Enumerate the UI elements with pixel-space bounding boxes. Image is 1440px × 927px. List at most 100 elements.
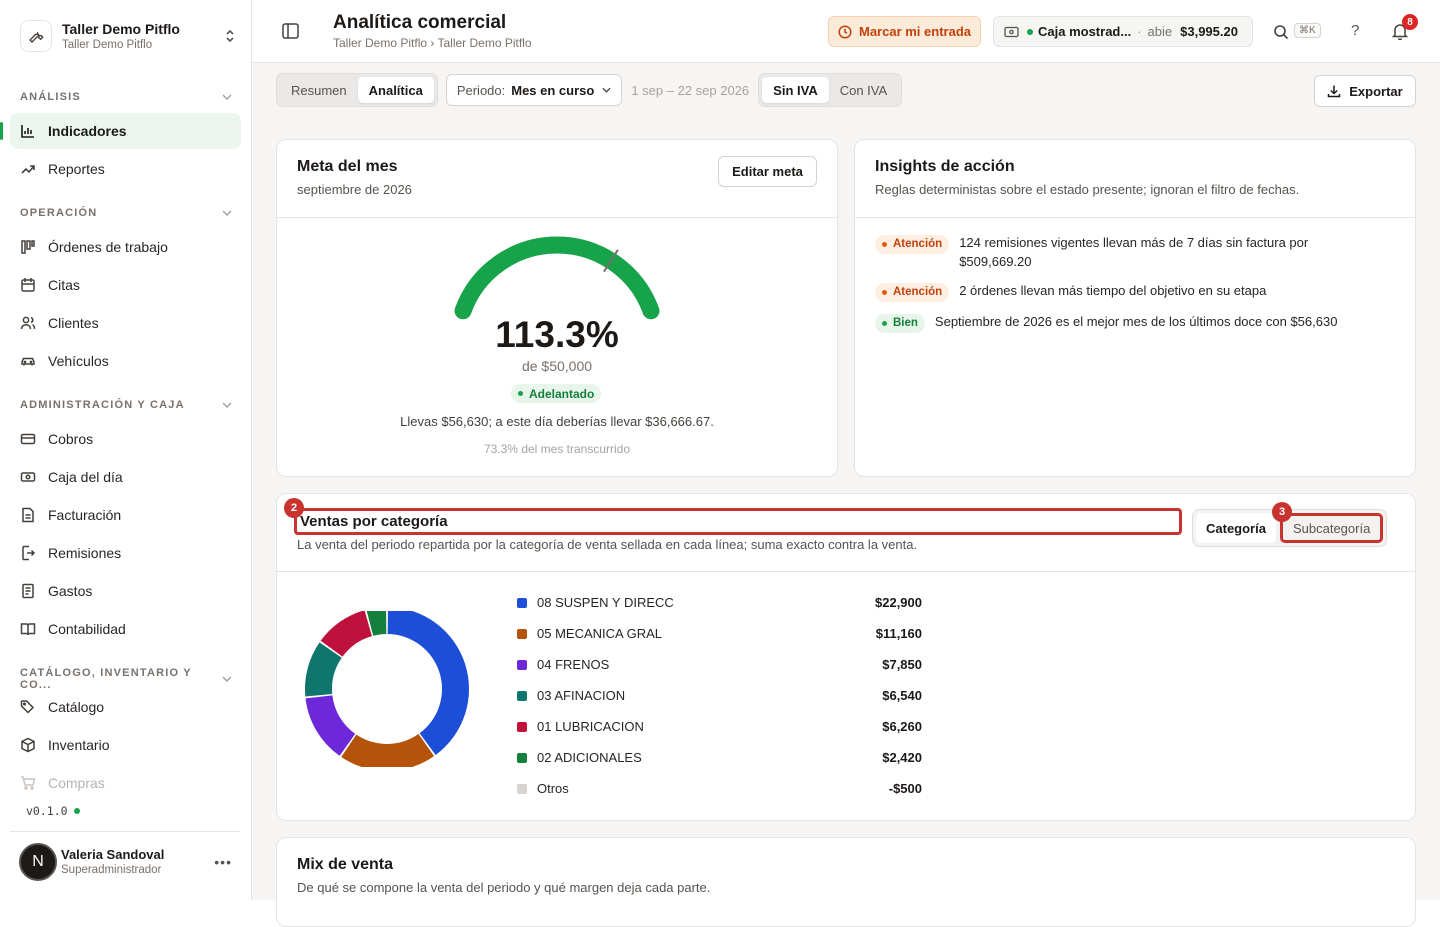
- sidebar-item-compras[interactable]: Compras: [10, 765, 241, 801]
- org-switcher[interactable]: Taller Demo Pitflo Taller Demo Pitflo: [20, 18, 236, 54]
- breadcrumb: Taller Demo Pitflo › Taller Demo Pitflo: [333, 36, 532, 50]
- file-arrow-icon: [22, 545, 36, 561]
- status-dot: [73, 808, 80, 814]
- donut-slice[interactable]: [305, 695, 356, 756]
- sidebar-item-inventario[interactable]: Inventario: [10, 727, 241, 763]
- more-icon[interactable]: •••: [214, 854, 232, 870]
- tax-tabs: Sin IVA Con IVA: [758, 73, 903, 107]
- status-dot: [882, 321, 887, 326]
- notification-badge: 8: [1402, 14, 1418, 30]
- legend-label: 04 FRENOS: [537, 657, 610, 672]
- period-label: Periodo:: [456, 82, 506, 98]
- chevron-down-icon: [222, 402, 232, 408]
- legend-swatch: [517, 628, 527, 639]
- sidebar-item-ordenes[interactable]: Órdenes de trabajo: [10, 229, 241, 265]
- cash-register-amount: $3,995.20: [1180, 24, 1238, 39]
- tab-resumen[interactable]: Resumen: [280, 77, 358, 103]
- chevron-down-icon: [222, 94, 232, 100]
- sidebar-item-label: Órdenes de trabajo: [48, 239, 168, 255]
- tab-con-iva[interactable]: Con IVA: [829, 77, 898, 103]
- section-catalog[interactable]: CATÁLOGO, INVENTARIO Y CO...: [20, 667, 232, 691]
- legend-swatch: [517, 690, 527, 701]
- tab-analitica[interactable]: Analítica: [357, 77, 434, 103]
- legend-label: 05 MECANICA GRAL: [537, 626, 662, 641]
- sidebar-item-label: Indicadores: [48, 123, 127, 139]
- legend-swatch: [517, 721, 527, 732]
- chevron-down-icon: [222, 210, 232, 216]
- sidebar-item-contabilidad[interactable]: Contabilidad: [10, 611, 241, 647]
- section-admin[interactable]: ADMINISTRACIÓN Y CAJA: [20, 399, 232, 411]
- legend-item: 01 LUBRICACION $6,260: [517, 719, 922, 734]
- status-badge: Adelantado: [511, 384, 602, 403]
- sidebar-item-gastos[interactable]: Gastos: [10, 573, 241, 609]
- bar-chart-icon: [21, 125, 34, 138]
- sidebar-item-citas[interactable]: Citas: [10, 267, 241, 303]
- legend-value: -$500: [888, 781, 922, 796]
- insight-text: 124 remisiones vigentes llevan más de 7 …: [959, 235, 1309, 269]
- goal-title: Meta del mes: [297, 158, 398, 175]
- sidebar-item-caja[interactable]: Caja del día: [10, 459, 241, 495]
- category-donut-chart: [305, 611, 469, 767]
- legend-swatch: [517, 597, 527, 608]
- legend-swatch: [517, 752, 527, 763]
- sidebar-toggle-icon[interactable]: [282, 23, 299, 39]
- section-analysis[interactable]: ANÁLISIS: [20, 91, 232, 103]
- export-button[interactable]: Exportar: [1314, 75, 1416, 107]
- clock-icon: [838, 24, 852, 39]
- main-content: Analítica comercial Taller Demo Pitflo ›…: [252, 0, 1440, 927]
- sidebar-item-cobros[interactable]: Cobros: [10, 421, 241, 457]
- cash-register-status: abie: [1147, 24, 1173, 39]
- tab-subcategoria[interactable]: Subcategoría: [1279, 513, 1384, 543]
- sidebar-item-label: Cobros: [48, 431, 94, 447]
- sidebar-item-label: Vehículos: [48, 353, 109, 369]
- gauge-fill: [454, 236, 660, 320]
- badge-label: Atención: [893, 286, 943, 298]
- goal-progress-text: Llevas $56,630; a este día deberías llev…: [400, 414, 714, 429]
- sidebar-item-facturacion[interactable]: Facturación: [10, 497, 241, 533]
- sales-title: Ventas por categoría: [294, 508, 1182, 535]
- tab-sin-iva[interactable]: Sin IVA: [762, 77, 829, 103]
- status-dot: [882, 242, 887, 247]
- sidebar-item-catalogo[interactable]: Catálogo: [10, 689, 241, 725]
- legend-value: $6,540: [882, 688, 922, 703]
- sidebar-item-reportes[interactable]: Reportes: [10, 151, 241, 187]
- help-icon[interactable]: ?: [1351, 22, 1359, 39]
- legend-value: $22,900: [875, 595, 922, 610]
- edit-goal-button[interactable]: Editar meta: [718, 156, 817, 187]
- cash-register-selector[interactable]: Caja mostrad... · abie $3,995.20: [993, 16, 1253, 47]
- file-text-icon: [22, 507, 34, 523]
- org-subtitle: Taller Demo Pitflo: [62, 39, 153, 51]
- tags-icon: [20, 700, 35, 714]
- user-menu[interactable]: N Valeria Sandoval Superadministrador ••…: [10, 831, 240, 891]
- sidebar-item-label: Gastos: [48, 583, 93, 599]
- status-dot: [882, 290, 887, 295]
- section-operation[interactable]: OPERACIÓN: [20, 207, 232, 219]
- goal-percent: 113.3%: [495, 314, 619, 355]
- legend-item: 08 SUSPEN Y DIRECC $22,900: [517, 595, 922, 610]
- insights-card: Insights de acción Reglas deterministas …: [854, 139, 1416, 477]
- badge-label: Atención: [893, 238, 943, 250]
- donut-slice[interactable]: [387, 611, 469, 756]
- donut-slice[interactable]: [341, 734, 435, 767]
- page-title: Analítica comercial: [333, 12, 507, 33]
- clock-in-button[interactable]: Marcar mi entrada: [828, 16, 981, 47]
- app-version: v0.1.0: [26, 804, 80, 818]
- sidebar-item-vehiculos[interactable]: Vehículos: [10, 343, 241, 379]
- tab-categoria[interactable]: Categoría: [1196, 513, 1276, 543]
- car-icon: [21, 357, 35, 366]
- credit-card-icon: [20, 433, 36, 445]
- sidebar-item-indicadores[interactable]: Indicadores: [0, 113, 241, 149]
- legend-label: 03 AFINACION: [537, 688, 626, 703]
- mix-subtitle: De qué se compone la venta del periodo y…: [297, 880, 711, 895]
- sidebar: Taller Demo Pitflo Taller Demo Pitflo AN…: [0, 0, 252, 900]
- legend-item: 04 FRENOS $7,850: [517, 657, 922, 672]
- insight-row: Atención 2 órdenes llevan más tiempo del…: [875, 281, 1395, 302]
- period-select[interactable]: Periodo: Mes en curso: [445, 74, 623, 106]
- legend-swatch: [517, 783, 527, 794]
- search-icon[interactable]: [1273, 24, 1289, 40]
- sidebar-item-remisiones[interactable]: Remisiones: [10, 535, 241, 571]
- sidebar-item-clientes[interactable]: Clientes: [10, 305, 241, 341]
- legend-item: Otros -$500: [517, 781, 922, 796]
- org-name: Taller Demo Pitflo: [62, 21, 180, 37]
- sidebar-item-label: Inventario: [48, 737, 110, 753]
